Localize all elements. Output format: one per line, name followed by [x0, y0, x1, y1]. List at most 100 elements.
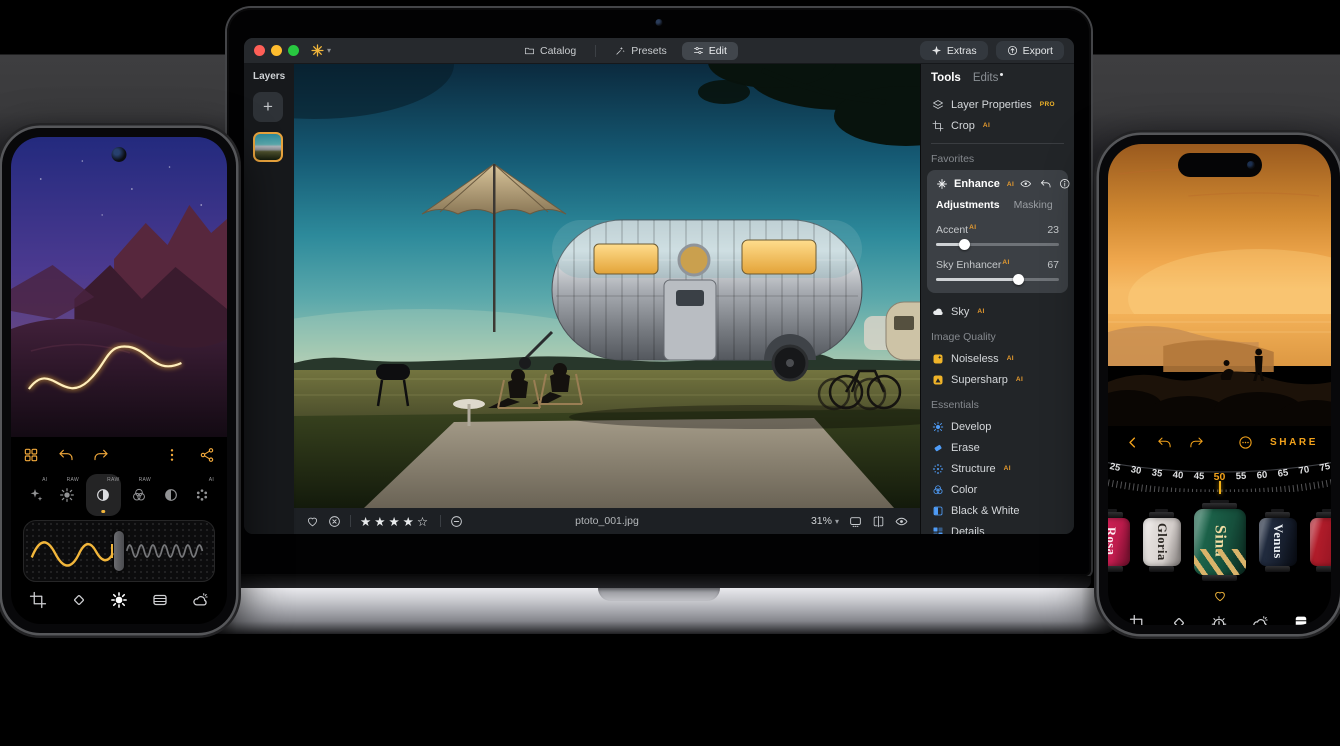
- dial-value-75[interactable]: 75: [1318, 461, 1331, 474]
- dial-value-30[interactable]: 30: [1129, 464, 1141, 477]
- edit-tool-bw-contrast-icon[interactable]: [158, 474, 184, 516]
- edit-tool-color-wheel-icon[interactable]: RAW: [127, 474, 153, 516]
- export-button[interactable]: Export: [996, 41, 1064, 60]
- share-icon[interactable]: [199, 447, 215, 463]
- tool-item-supersharp[interactable]: SupersharpAI: [931, 369, 1064, 390]
- photo-canvas[interactable]: [294, 64, 920, 508]
- app-logo[interactable]: ▾: [311, 44, 331, 57]
- zoom-window-button[interactable]: [288, 45, 299, 56]
- slider-thumb[interactable]: [1013, 274, 1024, 285]
- tab-catalog[interactable]: Catalog: [513, 42, 587, 60]
- visibility-eye-icon[interactable]: [1020, 178, 1032, 190]
- heart-icon[interactable]: [306, 515, 319, 528]
- enhance-tab-masking[interactable]: Masking: [1014, 199, 1053, 211]
- tool-item-noiseless[interactable]: NoiselessAI: [931, 348, 1064, 369]
- film-preset-venus[interactable]: Venus: [1259, 509, 1297, 572]
- tool-item-black-white[interactable]: Black & White: [931, 500, 1064, 521]
- bottom-tool-brightness-dial-icon[interactable]: [1210, 614, 1228, 626]
- undo-icon[interactable]: [1157, 435, 1172, 450]
- tool-item-develop[interactable]: Develop: [931, 416, 1064, 437]
- tool-item-color[interactable]: Color: [931, 479, 1064, 500]
- dial-value-25[interactable]: 25: [1108, 461, 1121, 474]
- back-chevron-icon[interactable]: [1125, 435, 1140, 450]
- undo-icon[interactable]: [1040, 178, 1052, 190]
- enhance-tool-card[interactable]: Enhance AI AdjustmentsMasking AccentAI23…: [927, 170, 1068, 293]
- slider-sky-enhancer[interactable]: Sky EnhancerAI67: [936, 259, 1059, 281]
- compare-icon[interactable]: [872, 515, 885, 528]
- slider-track[interactable]: [936, 278, 1059, 281]
- dial-value-70[interactable]: 70: [1297, 464, 1309, 477]
- edit-tool-ai-enhance-icon[interactable]: AI: [23, 474, 49, 516]
- more-vert-icon[interactable]: [164, 447, 180, 463]
- dial-value-55[interactable]: 55: [1235, 470, 1246, 481]
- extras-button[interactable]: Extras: [920, 41, 988, 60]
- star-icon[interactable]: ☆: [417, 515, 431, 529]
- dial-value-60[interactable]: 60: [1256, 469, 1268, 481]
- bottom-tool-brightness-filled-icon[interactable]: [110, 591, 128, 614]
- enhance-tab-adjustments[interactable]: Adjustments: [936, 199, 1000, 211]
- star-icon[interactable]: ★: [360, 515, 374, 529]
- tab-edit[interactable]: Edit: [682, 42, 738, 60]
- right-phone-photo[interactable]: [1108, 144, 1331, 426]
- film-preset-gloria[interactable]: Gloria: [1143, 509, 1181, 572]
- undo-icon[interactable]: [58, 447, 74, 463]
- dial-value-45[interactable]: 45: [1193, 470, 1204, 481]
- dial-value-40[interactable]: 40: [1172, 469, 1184, 481]
- tool-item-details[interactable]: Details: [931, 521, 1064, 534]
- tools-panel-tab-tools[interactable]: Tools: [931, 72, 961, 84]
- enhance-sparkle-icon[interactable]: [936, 178, 948, 190]
- bottom-tool-sky-cloud-icon[interactable]: [1251, 614, 1269, 626]
- tool-item-structure[interactable]: StructureAI: [931, 458, 1064, 479]
- star-rating[interactable]: ★★★★☆: [360, 514, 431, 529]
- slider-thumb[interactable]: [959, 239, 970, 250]
- edit-tool-ai-filter-icon[interactable]: AI: [190, 474, 216, 516]
- film-preset-item[interactable]: [1310, 509, 1332, 572]
- add-layer-button[interactable]: +: [253, 92, 283, 122]
- slider-accent[interactable]: AccentAI23: [936, 224, 1059, 246]
- left-phone-photo[interactable]: [11, 137, 227, 437]
- visibility-eye-icon[interactable]: [895, 515, 908, 528]
- value-dial[interactable]: 2530354045505560657075: [1108, 458, 1331, 492]
- info-icon[interactable]: [1059, 178, 1071, 190]
- film-preset-sina[interactable]: Sina: [1194, 500, 1246, 581]
- dial-value-35[interactable]: 35: [1151, 467, 1163, 479]
- bottom-tool-crop-icon[interactable]: [29, 591, 47, 614]
- bottom-tool-eraser-icon[interactable]: [1170, 614, 1188, 626]
- redo-icon[interactable]: [1189, 435, 1204, 450]
- star-icon[interactable]: ★: [388, 515, 402, 529]
- grid-icon[interactable]: [23, 447, 39, 463]
- luminar-star-icon[interactable]: [311, 44, 324, 57]
- share-button[interactable]: SHARE: [1270, 437, 1318, 448]
- zoom-level-control[interactable]: 31% ▾: [811, 515, 839, 527]
- layer-thumbnail[interactable]: [253, 132, 283, 162]
- star-icon[interactable]: ★: [374, 515, 388, 529]
- close-window-button[interactable]: [254, 45, 265, 56]
- tool-item-crop[interactable]: CropAI: [931, 115, 1064, 136]
- bottom-tool-crop-icon[interactable]: [1129, 614, 1147, 626]
- star-icon[interactable]: ★: [403, 515, 417, 529]
- bottom-tool-eraser-icon[interactable]: [70, 591, 88, 614]
- tool-item-erase[interactable]: Erase: [931, 437, 1064, 458]
- window-controls[interactable]: [254, 45, 299, 56]
- tool-item-sky[interactable]: SkyAI: [931, 301, 1064, 322]
- x-circle-icon[interactable]: [328, 515, 341, 528]
- adjustment-scrubber[interactable]: [23, 520, 215, 582]
- minus-circle-icon[interactable]: [450, 515, 463, 528]
- heart-icon[interactable]: [1213, 588, 1227, 604]
- tab-presets[interactable]: Presets: [604, 42, 678, 60]
- minimize-window-button[interactable]: [271, 45, 282, 56]
- bottom-tool-sky-cloud-icon[interactable]: [191, 591, 209, 614]
- scrubber-handle[interactable]: [114, 531, 124, 571]
- film-preset-rosa[interactable]: Rosa: [1108, 509, 1130, 572]
- display-icon[interactable]: [849, 515, 862, 528]
- more-circle-icon[interactable]: [1238, 435, 1253, 450]
- edit-tool-light-contrast-icon[interactable]: RAW: [86, 474, 121, 516]
- bottom-tool-film-stack-icon[interactable]: [151, 591, 169, 614]
- tools-panel-tab-edits[interactable]: Edits: [973, 72, 1004, 84]
- bottom-tool-film-roll-filled-icon[interactable]: [1292, 614, 1310, 626]
- slider-track[interactable]: [936, 243, 1059, 246]
- edit-tool-develop-sun-icon[interactable]: RAW: [54, 474, 80, 516]
- dial-value-65[interactable]: 65: [1277, 467, 1289, 479]
- tool-item-layer-properties[interactable]: Layer PropertiesPRO: [931, 94, 1064, 115]
- redo-icon[interactable]: [93, 447, 109, 463]
